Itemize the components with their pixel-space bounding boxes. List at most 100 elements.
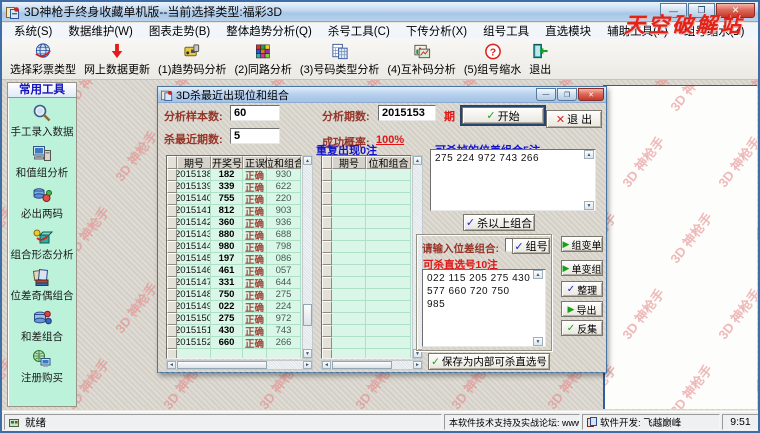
status-forum-text: 本软件技术支持及实战论坛: www.3dsos.com bbox=[449, 416, 580, 429]
sidebar-item-6[interactable]: 注册购买 bbox=[8, 349, 76, 385]
column-header[interactable]: 开奖号 bbox=[211, 156, 243, 169]
table-row[interactable]: 2015139339正确622 bbox=[167, 181, 301, 193]
table-row[interactable] bbox=[322, 289, 411, 301]
table-row[interactable]: 2015151430正确743 bbox=[167, 325, 301, 337]
table-row[interactable] bbox=[322, 205, 411, 217]
table-row[interactable]: 2015138182正确930 bbox=[167, 169, 301, 181]
toolbar-button-label: (3)号码类型分析 bbox=[300, 61, 379, 77]
sidebar-item-1[interactable]: 和值组分析 bbox=[8, 144, 76, 180]
table-row[interactable]: 2015150275正确972 bbox=[167, 313, 301, 325]
table-cell: 086 bbox=[267, 253, 301, 265]
column-header[interactable]: 位和组合 bbox=[267, 156, 301, 169]
table-cell: 755 bbox=[211, 193, 243, 205]
dialog-minimize-button[interactable]: — bbox=[536, 88, 556, 101]
period-input[interactable] bbox=[378, 105, 436, 121]
sidebar-item-5[interactable]: 和差组合 bbox=[8, 308, 76, 344]
side-button-0[interactable]: ▶组变单 bbox=[561, 236, 603, 252]
save-button[interactable]: ✓保存为内部可杀直选号 bbox=[428, 353, 550, 370]
table-row[interactable]: 2015143880正确688 bbox=[167, 229, 301, 241]
menu-item-3[interactable]: 整体趋势分析(Q) bbox=[218, 23, 320, 39]
table-cell: 正确 bbox=[243, 253, 267, 265]
table-row[interactable] bbox=[322, 349, 411, 359]
sidebar-item-0[interactable]: 手工录入数据 bbox=[8, 103, 76, 139]
table-row[interactable]: 2015152660正确266 bbox=[167, 337, 301, 349]
table-row[interactable] bbox=[322, 193, 411, 205]
table-cell: 812 bbox=[211, 205, 243, 217]
dialog-maximize-button[interactable]: ❐ bbox=[557, 88, 577, 101]
recent-count-input[interactable] bbox=[230, 128, 280, 144]
sidebar-item-2[interactable]: 必出两码 bbox=[8, 185, 76, 221]
watermark-text: 3D 神枪手 bbox=[665, 208, 716, 266]
table-row[interactable] bbox=[167, 349, 301, 359]
table-row[interactable] bbox=[322, 301, 411, 313]
table-row[interactable]: 2015141812正确903 bbox=[167, 205, 301, 217]
direct-kill-textarea[interactable]: 022 115 205 275 430 577 660 720 750 985 bbox=[422, 269, 546, 347]
menu-item-0[interactable]: 系统(S) bbox=[6, 23, 60, 39]
group-number-button[interactable]: ✓组号 bbox=[512, 238, 550, 254]
toolbar-button-2[interactable]: (1)趋势码分析 bbox=[154, 41, 230, 78]
table-cell bbox=[366, 193, 411, 205]
table-row[interactable]: 2015140755正确220 bbox=[167, 193, 301, 205]
dialog-close-button[interactable]: ✕ bbox=[578, 88, 604, 101]
status-time-panel: 9:51 bbox=[722, 414, 759, 430]
toolbar-button-1[interactable]: 网上数据更新 bbox=[80, 41, 154, 78]
table-row[interactable] bbox=[322, 253, 411, 265]
table-row[interactable] bbox=[322, 325, 411, 337]
table-row[interactable] bbox=[322, 337, 411, 349]
table-row[interactable] bbox=[322, 181, 411, 193]
table-row[interactable] bbox=[322, 217, 411, 229]
table-row[interactable] bbox=[322, 265, 411, 277]
side-button-3[interactable]: ▶导出 bbox=[561, 301, 603, 317]
toolbar-button-4[interactable]: (3)号码类型分析 bbox=[296, 41, 383, 78]
toolbar-button-0[interactable]: 选择彩票类型 bbox=[6, 41, 80, 78]
table-row[interactable]: 2015145197正确086 bbox=[167, 253, 301, 265]
side-button-2[interactable]: ✓整理 bbox=[561, 281, 603, 297]
direct-kill-vscroll[interactable]: ▲ ▼ bbox=[533, 270, 544, 346]
table-row[interactable]: 2015144980正确798 bbox=[167, 241, 301, 253]
menu-item-1[interactable]: 数据维护(W) bbox=[60, 23, 141, 39]
toolbar-button-3[interactable]: (2)同路分析 bbox=[230, 41, 295, 78]
killable-combos-textarea[interactable]: 275 224 972 743 266 bbox=[430, 149, 596, 211]
menu-item-5[interactable]: 下传分析(X) bbox=[398, 23, 475, 39]
table-row[interactable] bbox=[322, 169, 411, 181]
menu-item-2[interactable]: 图表走势(B) bbox=[141, 23, 218, 39]
column-header[interactable]: 期号 bbox=[177, 156, 211, 169]
killable-combos-vscroll[interactable]: ▲ ▼ bbox=[584, 150, 595, 210]
kill-combos-button[interactable]: ✓杀以上组合 bbox=[463, 214, 535, 231]
table-row[interactable] bbox=[322, 313, 411, 325]
history-table-hscroll[interactable]: ◄ ► bbox=[166, 360, 313, 370]
sidebar-item-3[interactable]: 组合形态分析 bbox=[8, 226, 76, 262]
column-header[interactable]: 期号 bbox=[332, 156, 366, 169]
table-row[interactable]: 2015149022正确224 bbox=[167, 301, 301, 313]
column-header[interactable]: 位和组合 bbox=[366, 156, 411, 169]
menu-item-6[interactable]: 组号工具 bbox=[475, 23, 537, 39]
table-row[interactable] bbox=[322, 241, 411, 253]
dialog-icon bbox=[161, 89, 173, 101]
exit-button[interactable]: ✕退 出 bbox=[546, 110, 602, 128]
table-row[interactable]: 2015148750正确275 bbox=[167, 289, 301, 301]
menu-item-7[interactable]: 直选模块 bbox=[537, 23, 599, 39]
history-table-vscroll[interactable]: ▲ ▼ bbox=[302, 155, 313, 359]
start-button-frame: ✓开始 bbox=[460, 105, 546, 126]
toolbar-button-7[interactable]: 退出 bbox=[525, 41, 555, 78]
toolbar-button-5[interactable]: (4)互补码分析 bbox=[383, 41, 459, 78]
table-cell: 正确 bbox=[243, 205, 267, 217]
watermark-text: 3D 神枪手 bbox=[665, 360, 716, 409]
toolbar-button-6[interactable]: ?(5)组号缩水 bbox=[460, 41, 525, 78]
table-row[interactable]: 2015142360正确936 bbox=[167, 217, 301, 229]
side-button-4[interactable]: ✓反集 bbox=[561, 320, 603, 336]
sidebar-item-4[interactable]: 位差奇偶组合 bbox=[8, 267, 76, 303]
table-row[interactable]: 2015147331正确644 bbox=[167, 277, 301, 289]
menu-item-4[interactable]: 杀号工具(C) bbox=[320, 23, 398, 39]
table-row[interactable] bbox=[322, 229, 411, 241]
side-button-1[interactable]: ▶单变组 bbox=[561, 260, 603, 276]
duplicate-table-hscroll[interactable]: ◄ ► bbox=[321, 360, 423, 370]
start-button[interactable]: ✓开始 bbox=[462, 107, 544, 124]
table-cell: 2015145 bbox=[177, 253, 211, 265]
sample-count-input[interactable] bbox=[230, 105, 280, 121]
sidebar-item-label: 必出两码 bbox=[21, 206, 63, 221]
menu-item-10[interactable]: 帮助(H) bbox=[753, 23, 760, 39]
table-row[interactable]: 2015146461正确057 bbox=[167, 265, 301, 277]
table-row[interactable] bbox=[322, 277, 411, 289]
svg-text:?: ? bbox=[489, 47, 495, 58]
